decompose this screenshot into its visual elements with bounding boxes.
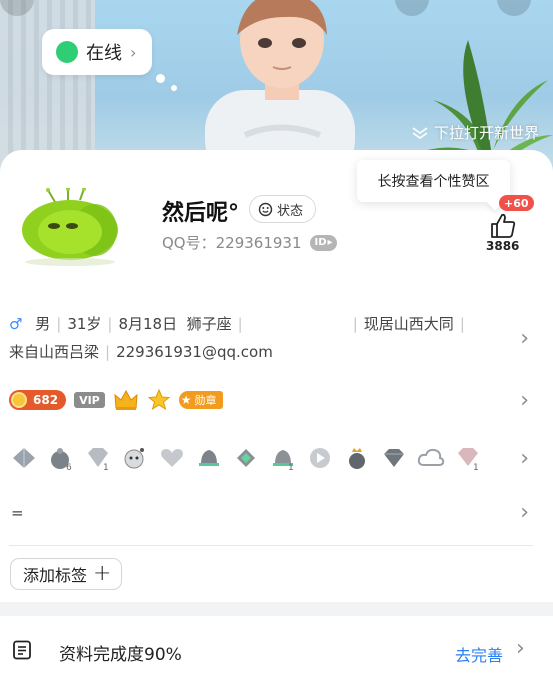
crown-penguin-level-icon	[342, 444, 372, 472]
pull-hint: 下拉打开新世界	[412, 122, 539, 143]
svg-text:1: 1	[103, 463, 109, 471]
icons-chevron-icon[interactable]: ›	[520, 446, 529, 471]
diamond-gray-level-icon	[379, 444, 409, 472]
more-button[interactable]	[395, 0, 429, 16]
email: 229361931@qq.com	[116, 343, 273, 361]
id-badge[interactable]: ID ▸	[309, 234, 337, 251]
profile-card: 然后呢° 状态 QQ号：229361931 ID ▸ 长按查看个性赞区 +60 …	[0, 150, 553, 683]
emerald-level-icon	[231, 444, 261, 472]
play-level-icon	[305, 444, 335, 472]
vip-badge: VIP	[74, 392, 105, 408]
gender: 男	[35, 315, 51, 333]
cover-background[interactable]: 在线 › 下拉打开新世界	[0, 0, 553, 175]
profile-completion-row[interactable]: 资料完成度90% 去完善 ›	[0, 616, 553, 683]
svg-text:1: 1	[473, 463, 479, 471]
status-face-icon	[258, 202, 273, 216]
status-button[interactable]: 状态	[249, 195, 317, 223]
extra-info: =	[11, 504, 24, 522]
like-increment-badge: +60	[499, 195, 534, 211]
coin-icon	[11, 392, 27, 408]
zodiac: 狮子座	[186, 315, 232, 333]
divider	[9, 545, 533, 546]
hat-level-icon	[194, 444, 224, 472]
cloud-level-icon	[416, 444, 446, 472]
level-icons-row[interactable]: 6 1 1 1	[9, 444, 483, 472]
badges-chevron-icon[interactable]: ›	[520, 388, 529, 413]
chevron-right-icon: ›	[130, 42, 137, 62]
cover-character	[205, 0, 355, 165]
sun-hat-level-icon: 1	[268, 444, 298, 472]
qq-number-row: QQ号：229361931 ID ▸	[162, 232, 337, 253]
heart-level-icon	[157, 444, 187, 472]
birthday: 8月18日	[118, 315, 178, 333]
menu-button[interactable]	[497, 0, 531, 16]
age: 31岁	[67, 315, 102, 333]
star-icon	[147, 388, 171, 411]
add-tag-label: 添加标签	[23, 566, 88, 585]
male-icon: ♂	[9, 315, 23, 333]
penguin-level-icon: 6	[46, 444, 76, 472]
like-count: 3886	[486, 239, 520, 253]
document-icon	[13, 640, 31, 660]
cover-curtain	[0, 0, 95, 175]
personal-info[interactable]: ♂ 男 | 31岁 | 8月18日 狮子座 | | 现居山西大同 |来自山西吕梁 | 2293619…	[9, 310, 479, 366]
pink-gem-level-icon: 1	[453, 444, 483, 472]
info-chevron-icon[interactable]: ›	[520, 326, 529, 351]
thumbs-up-icon	[491, 213, 516, 238]
bubble-dot	[156, 74, 165, 83]
chevron-right-icon[interactable]: ›	[516, 636, 525, 661]
online-dot-icon	[56, 41, 78, 63]
extra-chevron-icon[interactable]: ›	[520, 500, 529, 525]
svg-text:1: 1	[288, 463, 294, 470]
badges-row[interactable]: 682 VIP ★ 勋章	[9, 388, 223, 412]
nickname: 然后呢°	[162, 201, 240, 226]
coin-badge: 682	[9, 390, 67, 410]
profile-page: 在线 › 下拉打开新世界 然后呢° 状态 QQ号：229361931 ID ▸ …	[0, 0, 553, 683]
crown-icon	[114, 389, 138, 410]
add-tag-button[interactable]: 添加标签 +	[10, 558, 123, 590]
gem-level-icon: 1	[83, 444, 113, 472]
svg-text:6: 6	[66, 463, 72, 471]
diamond-level-icon	[9, 444, 39, 472]
hometown: 来自山西吕梁	[9, 343, 100, 361]
section-gap	[0, 602, 553, 616]
completion-text: 资料完成度90%	[59, 645, 182, 665]
play-triangle-icon: ▸	[327, 237, 333, 248]
medal-label: 勋章	[194, 394, 217, 407]
status-button-label: 状态	[277, 203, 304, 219]
online-status-button[interactable]: 在线 ›	[42, 29, 153, 75]
double-chevron-down-icon	[412, 126, 428, 139]
pull-hint-text: 下拉打开新世界	[433, 124, 539, 142]
qq-number: QQ号：229361931	[162, 234, 302, 252]
bomb-level-icon	[120, 444, 150, 472]
coin-value: 682	[33, 393, 59, 407]
id-badge-label: ID	[314, 237, 327, 248]
complete-profile-link[interactable]: 去完善	[455, 642, 503, 666]
medal-star-icon: ★	[180, 393, 192, 407]
avatar[interactable]	[20, 188, 125, 266]
like-button[interactable]: +60 3886	[480, 195, 534, 255]
bubble-dot	[171, 85, 177, 91]
medal-badge: ★ 勋章	[178, 391, 223, 409]
online-status-label: 在线	[86, 43, 122, 64]
plus-icon: +	[93, 561, 112, 586]
like-tooltip: 长按查看个性赞区	[357, 160, 510, 202]
location: 现居山西大同	[363, 315, 454, 333]
